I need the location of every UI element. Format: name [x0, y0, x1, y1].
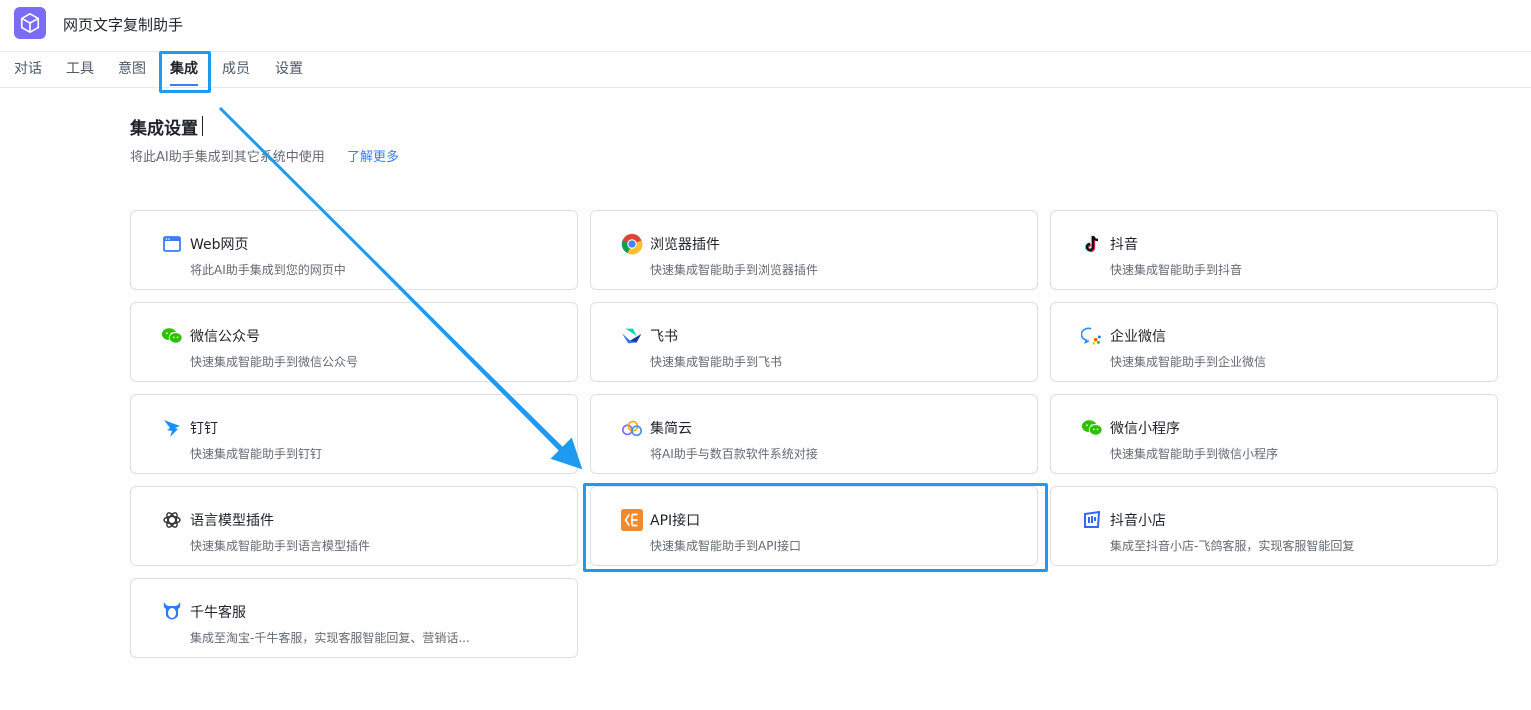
- integration-name: 语言模型插件: [190, 513, 274, 529]
- integration-desc: 集成至淘宝-千牛客服，实现客服智能回复、营销话...: [190, 631, 470, 645]
- integration-name: 千牛客服: [190, 605, 246, 621]
- integration-card-web[interactable]: Web网页 将此AI助手集成到您的网页中: [130, 210, 578, 290]
- integration-desc: 快速集成智能助手到飞书: [650, 355, 783, 369]
- openai-icon: [161, 509, 183, 531]
- integration-name: 飞书: [650, 329, 678, 345]
- integration-desc: 集成至抖音小店-飞鸽客服，实现客服智能回复: [1110, 539, 1355, 553]
- cube-icon: [14, 7, 46, 39]
- integration-desc: 快速集成智能助手到企业微信: [1110, 355, 1267, 369]
- app-title: 网页文字复制助手: [63, 16, 184, 34]
- integration-card-dingtalk[interactable]: 钉钉 快速集成智能助手到钉钉: [130, 394, 578, 474]
- douyin-shop-icon: [1081, 509, 1103, 531]
- tab-members[interactable]: 成员: [222, 52, 250, 88]
- integration-card-douyin-shop[interactable]: 抖音小店 集成至抖音小店-飞鸽客服，实现客服智能回复: [1050, 486, 1498, 566]
- text-cursor: [202, 116, 203, 136]
- integration-desc: 快速集成智能助手到钉钉: [190, 447, 323, 461]
- integration-card-wechat-miniprogram[interactable]: 微信小程序 快速集成智能助手到微信小程序: [1050, 394, 1498, 474]
- integration-card-wechat-oa[interactable]: 微信公众号 快速集成智能助手到微信公众号: [130, 302, 578, 382]
- wechat-icon: [161, 325, 183, 347]
- jijianyun-icon: [621, 417, 643, 439]
- qianniu-icon: [161, 601, 183, 623]
- learn-more-link[interactable]: 了解更多: [347, 146, 399, 165]
- tab-settings[interactable]: 设置: [275, 52, 303, 88]
- tab-highlight-box: [159, 51, 211, 93]
- integration-card-api[interactable]: API接口 快速集成智能助手到API接口: [590, 486, 1038, 566]
- dingtalk-icon: [161, 417, 183, 439]
- tab-bar: 对话 工具 意图 集成 成员 设置: [0, 52, 1531, 88]
- tab-chat[interactable]: 对话: [14, 52, 42, 88]
- wechat-miniprogram-icon: [1081, 417, 1103, 439]
- section-description: 将此AI助手集成到其它系统中使用: [130, 150, 325, 165]
- integration-desc: 快速集成智能助手到语言模型插件: [190, 539, 371, 553]
- api-icon: [621, 509, 643, 531]
- integration-card-browser-plugin[interactable]: 浏览器插件 快速集成智能助手到浏览器插件: [590, 210, 1038, 290]
- integration-desc: 将此AI助手集成到您的网页中: [190, 263, 346, 277]
- integration-desc: 快速集成智能助手到微信小程序: [1110, 447, 1279, 461]
- integration-name: 抖音: [1110, 237, 1138, 253]
- integration-name: 微信小程序: [1110, 421, 1180, 437]
- integration-card-jijianyun[interactable]: 集简云 将AI助手与数百款软件系统对接: [590, 394, 1038, 474]
- wecom-icon: [1081, 325, 1103, 347]
- top-bar: 网页文字复制助手: [0, 0, 1531, 52]
- integration-desc: 快速集成智能助手到微信公众号: [190, 355, 359, 369]
- integration-card-llm-plugin[interactable]: 语言模型插件 快速集成智能助手到语言模型插件: [130, 486, 578, 566]
- integration-name: 集简云: [650, 421, 692, 437]
- browser-window-icon: [161, 233, 183, 255]
- integration-name: 抖音小店: [1110, 513, 1166, 529]
- integration-desc: 快速集成智能助手到浏览器插件: [650, 263, 819, 277]
- integration-name: 微信公众号: [190, 329, 260, 345]
- integration-card-wecom[interactable]: 企业微信 快速集成智能助手到企业微信: [1050, 302, 1498, 382]
- integration-name: 钉钉: [190, 421, 218, 437]
- chrome-icon: [621, 233, 643, 255]
- feishu-icon: [621, 325, 643, 347]
- integration-card-qianniu[interactable]: 千牛客服 集成至淘宝-千牛客服，实现客服智能回复、营销话...: [130, 578, 578, 658]
- integration-desc: 快速集成智能助手到API接口: [650, 539, 801, 553]
- integration-name: API接口: [650, 513, 701, 529]
- integration-card-douyin[interactable]: 抖音 快速集成智能助手到抖音: [1050, 210, 1498, 290]
- integration-card-feishu[interactable]: 飞书 快速集成智能助手到飞书: [590, 302, 1038, 382]
- integration-desc: 将AI助手与数百款软件系统对接: [650, 447, 818, 461]
- integration-desc: 快速集成智能助手到抖音: [1110, 263, 1243, 277]
- integration-name: 浏览器插件: [650, 237, 720, 253]
- section-title: 集成设置: [130, 119, 198, 139]
- integration-name: 企业微信: [1110, 329, 1166, 345]
- tab-intent[interactable]: 意图: [118, 52, 146, 88]
- douyin-icon: [1081, 233, 1103, 255]
- integration-name: Web网页: [190, 237, 249, 253]
- tab-tools[interactable]: 工具: [66, 52, 94, 88]
